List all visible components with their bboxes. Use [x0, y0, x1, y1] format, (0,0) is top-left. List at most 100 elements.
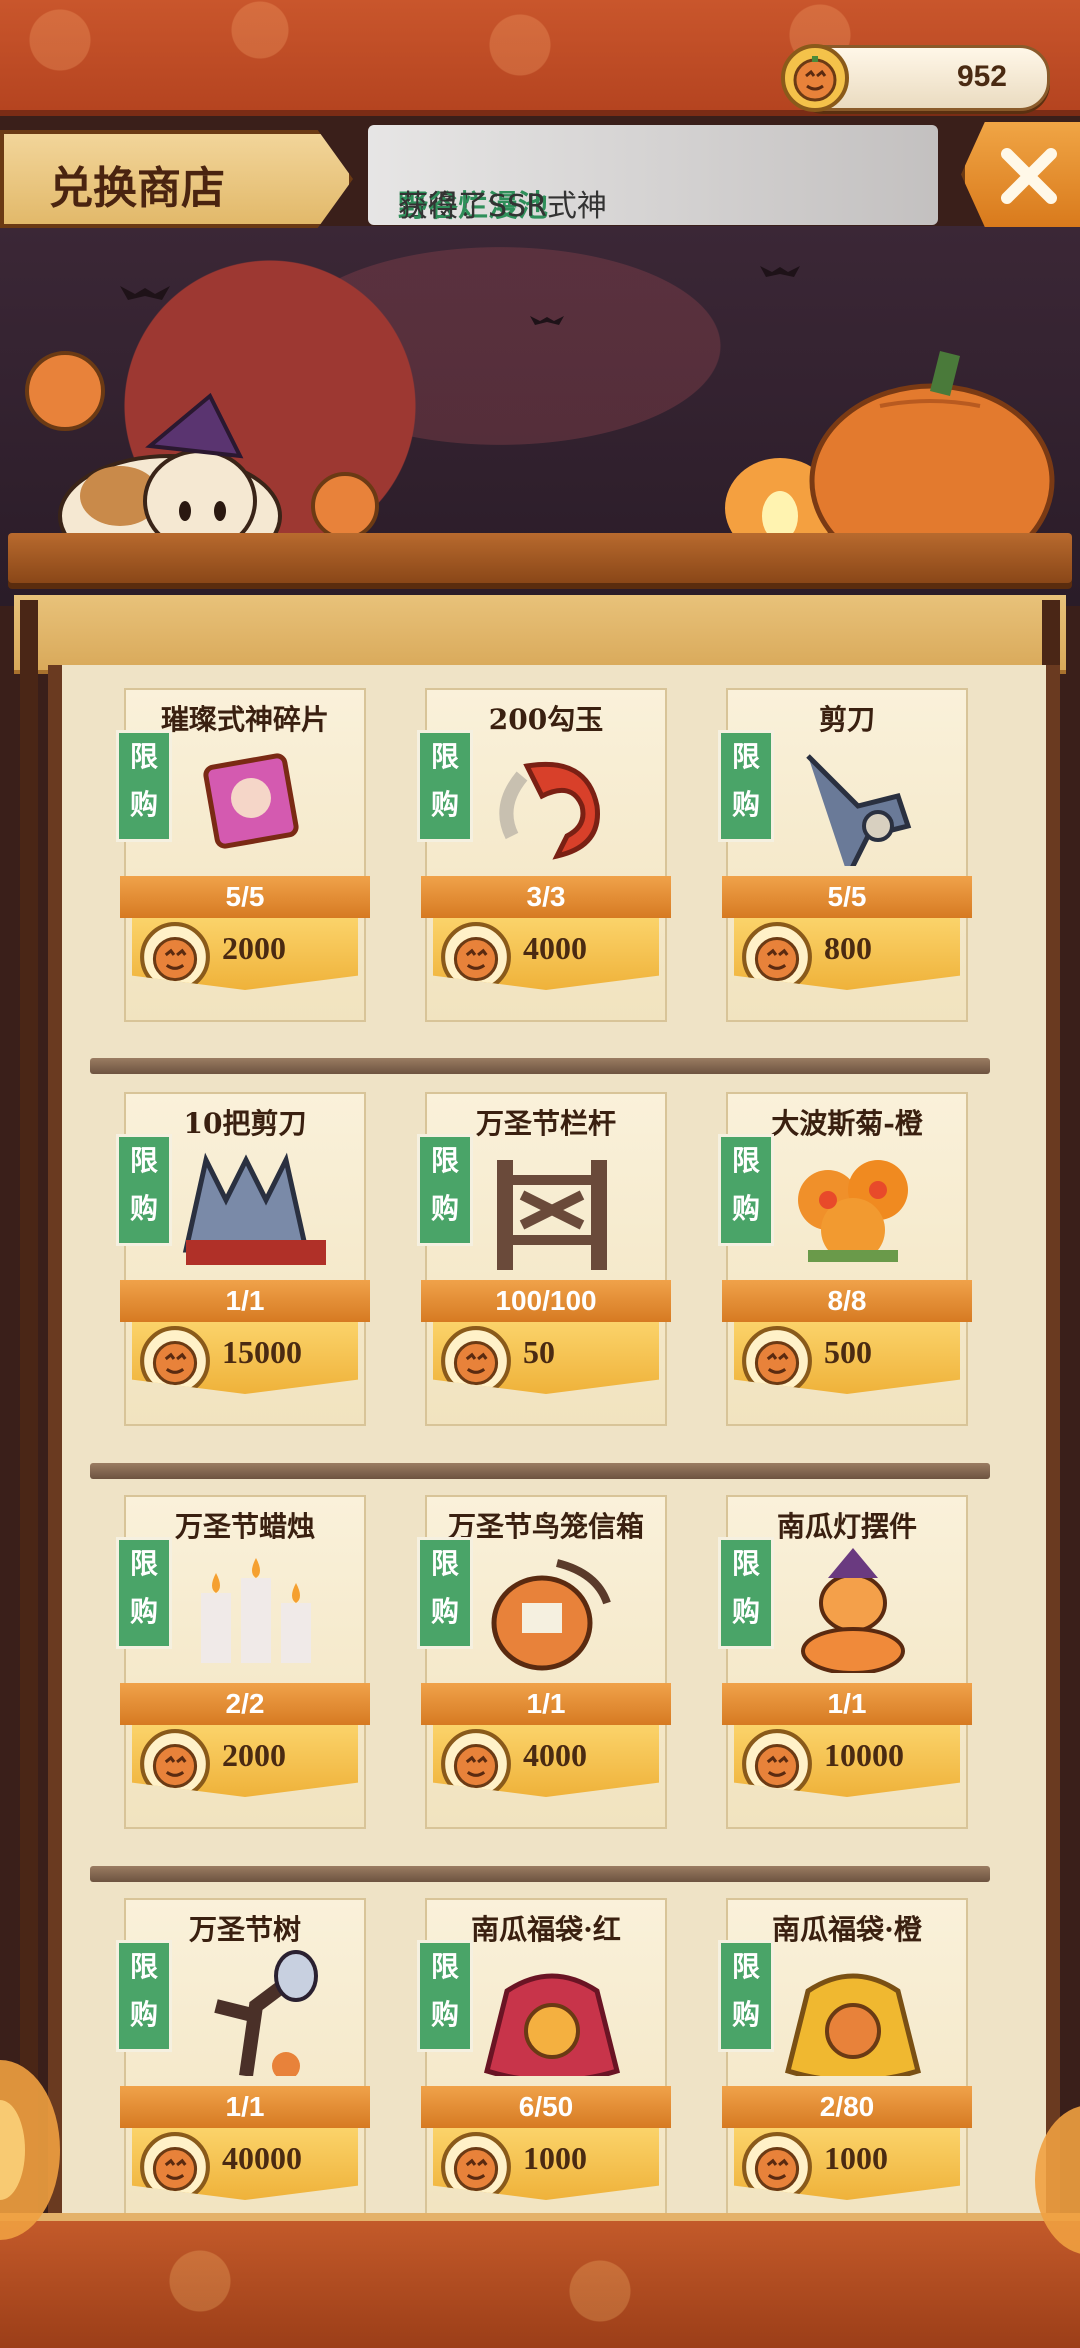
- shop-item-card[interactable]: 10把剪刀 限购 1/1 15000: [116, 1092, 370, 1426]
- pumpkin-coin-icon: [441, 2132, 511, 2200]
- shelf-rail: [90, 1463, 990, 1479]
- item-price-button[interactable]: 4000: [433, 918, 659, 990]
- pumpkin-coin-icon: [441, 1326, 511, 1394]
- item-price-button[interactable]: 1000: [433, 2128, 659, 2200]
- item-price-button[interactable]: 2000: [132, 918, 358, 990]
- limited-purchase-tag: 限购: [116, 1134, 172, 1246]
- item-price: 2000: [222, 1737, 286, 1773]
- red-lucky-bag-icon: [483, 1973, 621, 2076]
- pumpkin-coin-icon: [742, 1729, 812, 1797]
- item-price: 4000: [523, 1737, 587, 1773]
- pumpkin-coin-icon: [140, 1326, 210, 1394]
- pumpkin-coin-icon: [441, 922, 511, 990]
- shop-item-card[interactable]: 南瓜福袋·橙 限购 2/80 1000: [718, 1898, 972, 2232]
- scissors-bundle-icon: [182, 1152, 326, 1265]
- item-price-button[interactable]: 500: [734, 1322, 960, 1394]
- shop-item-card[interactable]: 万圣节蜡烛 限购 2/2 2000: [116, 1495, 370, 1829]
- close-button[interactable]: [961, 122, 1080, 227]
- item-stock: 100/100: [421, 1280, 671, 1322]
- pumpkin-ornament-icon: [801, 1548, 905, 1673]
- pumpkin-coin-icon: [140, 2132, 210, 2200]
- pumpkin-coin-icon: [140, 1729, 210, 1797]
- top-bar: 952: [0, 0, 1080, 116]
- item-price-button[interactable]: 4000: [433, 1725, 659, 1797]
- pumpkin-coin-icon: [742, 1326, 812, 1394]
- pumpkin-coin-icon: [140, 922, 210, 990]
- shop-item-card[interactable]: 万圣节树 限购 1/1 40000: [116, 1898, 370, 2232]
- limited-purchase-tag: 限购: [718, 1134, 774, 1246]
- currency-amount: 952: [956, 60, 1007, 93]
- limited-purchase-tag: 限购: [718, 730, 774, 842]
- item-price: 40000: [222, 2140, 302, 2176]
- limited-purchase-tag: 限购: [116, 730, 172, 842]
- item-price-button[interactable]: 15000: [132, 1322, 358, 1394]
- notice-suffix: 获得了SSR式神: [398, 189, 607, 224]
- limited-purchase-tag: 限购: [718, 1537, 774, 1649]
- item-stock: 1/1: [421, 1683, 671, 1725]
- item-price-button[interactable]: 50: [433, 1322, 659, 1394]
- summon-notice: 召唤！ 野谷烂漫池 获得了SSR式神: [368, 125, 938, 225]
- item-stock: 5/5: [722, 876, 972, 918]
- pumpkin-lantern-icon: [1035, 2106, 1080, 2254]
- item-price: 1000: [523, 2140, 587, 2176]
- item-price: 1000: [824, 2140, 888, 2176]
- page-title: 兑换商店: [49, 163, 225, 214]
- item-stock: 2/2: [120, 1683, 370, 1725]
- item-price: 800: [824, 930, 872, 966]
- item-stock: 5/5: [120, 876, 370, 918]
- limited-purchase-tag: 限购: [417, 1134, 473, 1246]
- item-price-button[interactable]: 10000: [734, 1725, 960, 1797]
- item-stock: 2/80: [722, 2086, 972, 2128]
- shop-item-card[interactable]: 大波斯菊-橙 限购 8/8 500: [718, 1092, 972, 1426]
- shop-awning: [14, 595, 1066, 674]
- flower-icon: [798, 1160, 908, 1262]
- mailbox-icon: [491, 1559, 611, 1671]
- pumpkin-coin-icon: [742, 922, 812, 990]
- item-price: 50: [523, 1334, 555, 1370]
- halloween-tree-icon: [214, 1950, 318, 2076]
- orange-lucky-bag-icon: [784, 1973, 922, 2076]
- item-price: 2000: [222, 930, 286, 966]
- item-stock: 1/1: [722, 1683, 972, 1725]
- bottom-strip: [0, 2213, 1080, 2348]
- pumpkin-coin-icon: [742, 2132, 812, 2200]
- pumpkin-coin-icon: [441, 1729, 511, 1797]
- item-stock: 8/8: [722, 1280, 972, 1322]
- shop-item-card[interactable]: 200勾玉 限购 3/3 4000: [417, 688, 671, 1022]
- magatama-icon: [499, 761, 600, 860]
- item-stock: 3/3: [421, 876, 671, 918]
- limited-purchase-tag: 限购: [417, 1537, 473, 1649]
- shelf-rail: [90, 1866, 990, 1882]
- shop-item-card[interactable]: 剪刀 限购 5/5 800: [718, 688, 972, 1022]
- limited-purchase-tag: 限购: [116, 1940, 172, 2052]
- item-price-button[interactable]: 40000: [132, 2128, 358, 2200]
- shop-title-banner: 兑换商店: [0, 130, 353, 228]
- item-stock: 1/1: [120, 2086, 370, 2128]
- scissors-icon: [806, 754, 912, 866]
- left-pole: [20, 600, 38, 2220]
- pumpkin-lantern-icon: [0, 2060, 60, 2240]
- item-stock: 6/50: [421, 2086, 671, 2128]
- item-price: 15000: [222, 1334, 302, 1370]
- limited-purchase-tag: 限购: [417, 730, 473, 842]
- shikigami-shard-icon: [203, 753, 299, 849]
- item-price-button[interactable]: 2000: [132, 1725, 358, 1797]
- limited-purchase-tag: 限购: [718, 1940, 774, 2052]
- shelf-rail: [90, 1058, 990, 1074]
- shop-item-card[interactable]: 南瓜灯摆件 限购 1/1 10000: [718, 1495, 972, 1829]
- limited-purchase-tag: 限购: [116, 1537, 172, 1649]
- shop-item-card[interactable]: 璀璨式神碎片 限购 5/5 2000: [116, 688, 370, 1022]
- shop-item-card[interactable]: 万圣节栏杆 限购 100/100 50: [417, 1092, 671, 1426]
- item-price-button[interactable]: 1000: [734, 2128, 960, 2200]
- item-price: 4000: [523, 930, 587, 966]
- item-stock: 1/1: [120, 1280, 370, 1322]
- close-x-icon: [1001, 148, 1057, 204]
- candles-icon: [201, 1558, 311, 1663]
- shop-item-card[interactable]: 南瓜福袋·红 限购 6/50 1000: [417, 1898, 671, 2232]
- scene-shelf: [8, 533, 1072, 583]
- pumpkin-coin-icon: [781, 44, 849, 112]
- item-price: 500: [824, 1334, 872, 1370]
- shop-item-card[interactable]: 万圣节鸟笼信箱 限购 1/1 4000: [417, 1495, 671, 1829]
- item-price-button[interactable]: 800: [734, 918, 960, 990]
- currency-display: 952: [781, 44, 1050, 112]
